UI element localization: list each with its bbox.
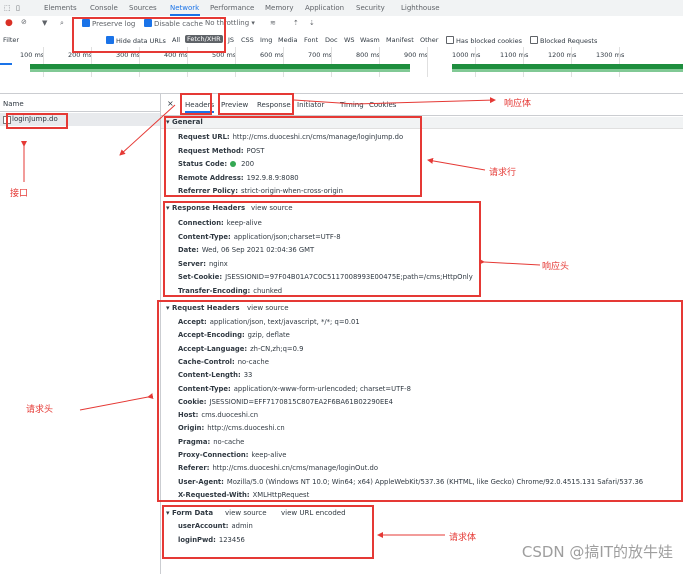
- watermark: CSDN @搞IT的放牛娃: [521, 543, 673, 561]
- annotation-request-body: 请求体: [449, 533, 477, 543]
- annotation-request-headers: 请求头: [26, 405, 54, 415]
- arrow-line: [293, 99, 356, 105]
- annotation-request-line: 请求行: [489, 168, 517, 178]
- arrow-line: [478, 258, 541, 266]
- arrow-line: [79, 393, 154, 411]
- arrow-line: [427, 157, 486, 171]
- annotation-response-body: 响应体: [504, 99, 532, 109]
- annotation-arrows: [21, 97, 541, 538]
- annotation-response-headers: 响应头: [542, 262, 570, 272]
- annotation-interface: 接口: [10, 189, 29, 199]
- arrow-line: [354, 97, 496, 105]
- arrow-line: [119, 104, 176, 156]
